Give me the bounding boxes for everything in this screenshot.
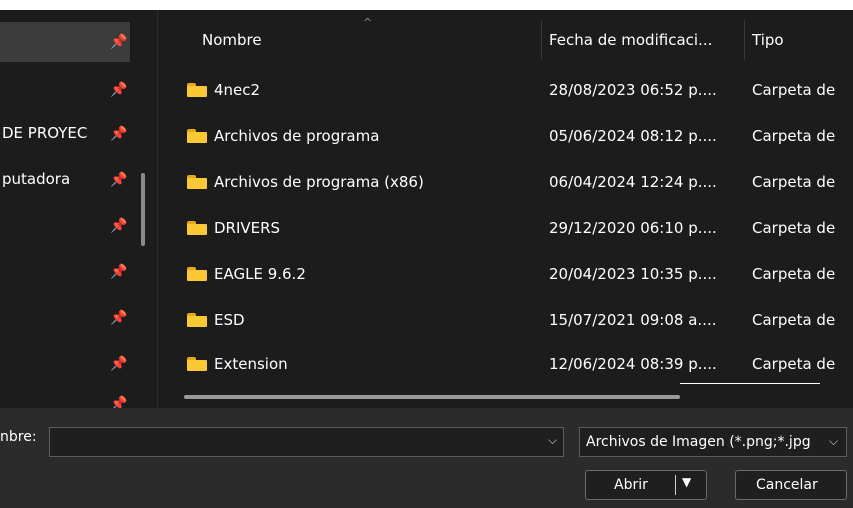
column-header-date[interactable]: Fecha de modificaci... [549,31,712,49]
open-button[interactable]: Abrir ▼ [585,470,707,500]
pin-icon: 📌 [110,264,128,280]
file-type: Carpeta de [752,355,836,373]
file-type: Carpeta de [752,265,836,283]
open-button-label: Abrir [614,477,648,493]
file-date: 06/04/2024 12:24 p.... [549,173,717,191]
chevron-down-icon: ⌵ [829,434,839,448]
file-date: 29/12/2020 06:10 p.... [549,219,717,237]
sort-up-icon: ^ [363,16,373,29]
file-name: Archivos de programa (x86) [214,173,424,191]
folder-icon [187,83,207,97]
file-type-filter-value: Archivos de Imagen (*.png;*.jpg [586,434,811,450]
column-separator[interactable] [541,20,542,60]
file-row[interactable]: DRIVERS 29/12/2020 06:10 p.... Carpeta d… [158,205,853,251]
folder-icon [187,357,207,371]
sidebar-item[interactable]: DE PROYEC 📌 [0,114,130,154]
divider-line [680,383,820,384]
folder-icon [187,267,207,281]
file-type-filter[interactable]: Archivos de Imagen (*.png;*.jpg ⌵ [579,427,847,457]
file-date: 05/06/2024 08:12 p.... [549,127,717,145]
column-header-type[interactable]: Tipo [752,31,784,49]
horizontal-scrollbar[interactable] [184,395,680,399]
file-type: Carpeta de [752,173,836,191]
navigation-pane: 📌 📌 DE PROYEC 📌 putadora 📌 📌 📌 📌 📌 📌 [0,10,157,408]
file-type: Carpeta de [752,219,836,237]
sidebar-scrollbar[interactable] [141,173,145,246]
file-date: 28/08/2023 06:52 p.... [549,81,717,99]
top-strip [0,0,853,10]
sidebar-item[interactable]: 📌 [0,344,130,384]
column-header-name[interactable]: Nombre [202,31,262,49]
cancel-button[interactable]: Cancelar [735,470,847,500]
pin-icon: 📌 [110,172,128,188]
file-name: ESD [214,311,245,329]
file-name: Extension [214,355,288,373]
filename-label: nbre: [0,429,37,445]
dialog-footer: nbre: ⌵ Archivos de Imagen (*.png;*.jpg … [0,408,853,508]
file-date: 15/07/2021 09:08 a.... [549,311,717,329]
file-row[interactable]: 4nec2 28/08/2023 06:52 p.... Carpeta de [158,67,853,113]
cancel-button-label: Cancelar [756,477,818,493]
file-row[interactable]: Archivos de programa 05/06/2024 08:12 p.… [158,113,853,159]
file-type: Carpeta de [752,81,836,99]
filename-input[interactable] [49,427,564,457]
sidebar-item[interactable]: 📌 [0,384,130,408]
sidebar-item-label: DE PROYEC [2,124,88,142]
file-list: ^ Nombre Fecha de modificaci... Tipo 4ne… [158,10,853,408]
file-name: 4nec2 [214,81,261,99]
sidebar-item[interactable]: putadora 📌 [0,160,130,200]
pin-icon: 📌 [110,356,128,372]
split-separator [675,475,676,495]
folder-icon [187,313,207,327]
file-type: Carpeta de [752,127,836,145]
folder-icon [187,221,207,235]
file-name: DRIVERS [214,219,281,237]
pin-icon: 📌 [110,396,128,408]
column-header-row: ^ Nombre Fecha de modificaci... Tipo [158,10,853,60]
sidebar-item[interactable]: 📌 [0,298,130,338]
sidebar-item[interactable]: 📌 [0,70,130,110]
file-row[interactable]: ESD 15/07/2021 09:08 a.... Carpeta de [158,297,853,343]
sidebar-item[interactable]: 📌 [0,22,130,62]
pin-icon: 📌 [110,34,128,50]
file-row[interactable]: Archivos de programa (x86) 06/04/2024 12… [158,159,853,205]
file-name: Archivos de programa [214,127,380,145]
chevron-down-icon[interactable]: ⌵ [548,433,557,448]
file-date: 20/04/2023 10:35 p.... [549,265,717,283]
folder-icon [187,129,207,143]
sidebar-item-label: putadora [2,170,71,188]
pin-icon: 📌 [110,310,128,326]
column-separator[interactable] [744,20,745,60]
caret-down-icon[interactable]: ▼ [682,475,691,489]
file-row[interactable]: Extension 12/06/2024 08:39 p.... Carpeta… [158,341,853,387]
pin-icon: 📌 [110,218,128,234]
file-row[interactable]: EAGLE 9.6.2 20/04/2023 10:35 p.... Carpe… [158,251,853,297]
folder-icon [187,175,207,189]
file-name: EAGLE 9.6.2 [214,265,306,283]
pin-icon: 📌 [110,126,128,142]
file-date: 12/06/2024 08:39 p.... [549,355,717,373]
sidebar-item[interactable]: 📌 [0,252,130,292]
sidebar-item[interactable]: 📌 [0,206,130,246]
pin-icon: 📌 [110,82,128,98]
file-type: Carpeta de [752,311,836,329]
